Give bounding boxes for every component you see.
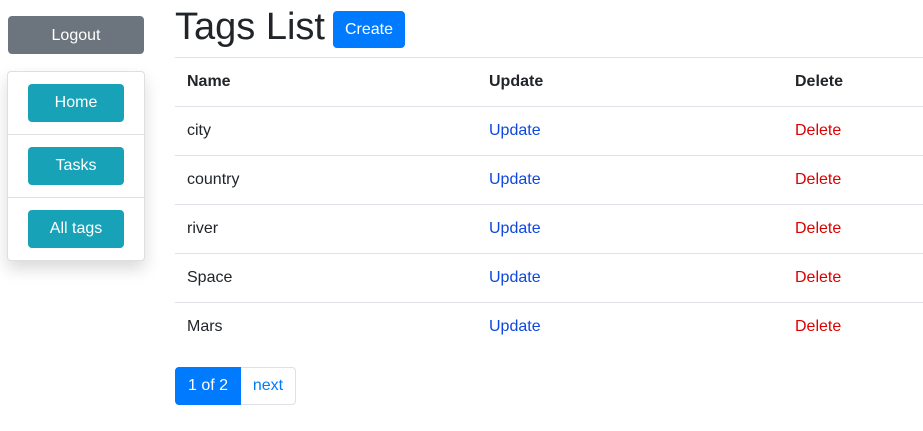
sidebar-item-home-row: Home	[8, 72, 144, 135]
update-link[interactable]: Update	[489, 318, 541, 335]
sidebar-nav: Home Tasks All tags	[7, 71, 145, 261]
delete-link[interactable]: Delete	[795, 318, 841, 335]
table-header-row: Name Update Delete	[175, 57, 923, 107]
tag-name: river	[175, 204, 477, 254]
delete-link[interactable]: Delete	[795, 220, 841, 237]
column-header-name: Name	[175, 57, 477, 107]
column-header-update: Update	[477, 57, 783, 107]
table-row: city Update Delete	[175, 106, 923, 156]
pagination: 1 of 2 next	[175, 367, 296, 405]
page-indicator: 1 of 2	[175, 367, 241, 405]
column-header-delete: Delete	[783, 57, 923, 107]
sidebar-item-tasks[interactable]: Tasks	[28, 147, 124, 185]
tag-name: Space	[175, 253, 477, 303]
table-row: country Update Delete	[175, 155, 923, 205]
create-button[interactable]: Create	[333, 11, 405, 48]
tags-table: Name Update Delete city Update Delete co…	[175, 57, 923, 352]
sidebar-item-tasks-row: Tasks	[8, 134, 144, 197]
table-row: Space Update Delete	[175, 253, 923, 303]
page: Logout Home Tasks All tags Tags List Cre…	[0, 0, 923, 431]
tag-name: Mars	[175, 302, 477, 352]
update-link[interactable]: Update	[489, 269, 541, 286]
next-page-button[interactable]: next	[241, 367, 296, 405]
update-link[interactable]: Update	[489, 171, 541, 188]
delete-link[interactable]: Delete	[795, 171, 841, 188]
table-row: Mars Update Delete	[175, 302, 923, 352]
sidebar-item-all-tags-row: All tags	[8, 197, 144, 260]
sidebar-item-home[interactable]: Home	[28, 84, 124, 122]
delete-link[interactable]: Delete	[795, 269, 841, 286]
table-row: river Update Delete	[175, 204, 923, 254]
logout-button[interactable]: Logout	[8, 16, 144, 54]
tag-name: city	[175, 106, 477, 156]
update-link[interactable]: Update	[489, 220, 541, 237]
delete-link[interactable]: Delete	[795, 122, 841, 139]
tag-name: country	[175, 155, 477, 205]
page-title: Tags List	[175, 6, 325, 48]
update-link[interactable]: Update	[489, 122, 541, 139]
sidebar-item-all-tags[interactable]: All tags	[28, 210, 124, 248]
